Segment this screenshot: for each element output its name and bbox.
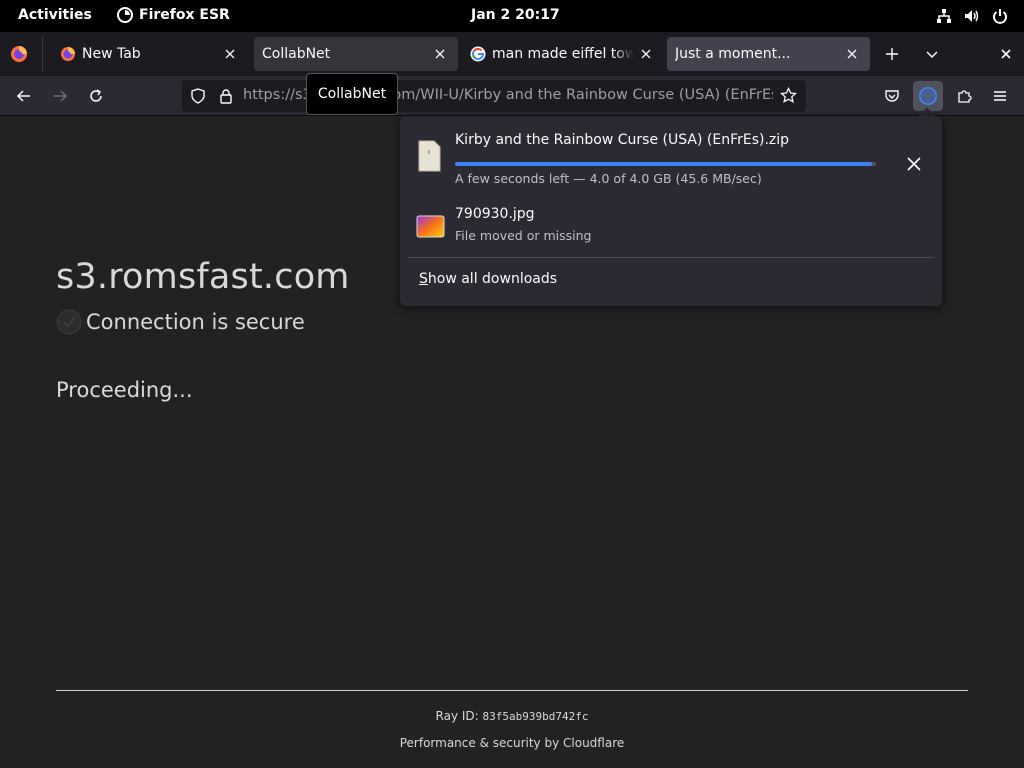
- puzzle-icon: [958, 90, 972, 103]
- download-progress-bar: [455, 162, 876, 166]
- tab-label: CollabNet: [262, 46, 331, 62]
- download-status: File moved or missing: [455, 228, 592, 243]
- firefox-view-icon[interactable]: [10, 45, 28, 67]
- app-menu-label: Firefox ESR: [139, 7, 230, 23]
- network-icon[interactable]: [936, 8, 952, 24]
- download-status: A few seconds left — 4.0 of 4.0 GB (45.6…: [455, 171, 762, 186]
- pocket-button[interactable]: [878, 82, 906, 110]
- forward-button[interactable]: [46, 82, 74, 110]
- tab-google-search[interactable]: man made eiffel tower: [460, 37, 664, 71]
- system-tray[interactable]: [936, 8, 1008, 24]
- tab-bar: New Tab CollabNet man made eiffel tower …: [0, 32, 1024, 76]
- back-arrow-icon: [16, 90, 30, 102]
- forward-arrow-icon: [54, 90, 68, 102]
- new-tab-button[interactable]: [880, 41, 904, 67]
- download-item[interactable]: 790930.jpg File moved or missing: [400, 198, 942, 262]
- close-icon[interactable]: [218, 42, 242, 66]
- zip-file-icon: [416, 140, 442, 172]
- download-filename: Kirby and the Rainbow Curse (USA) (EnFrE…: [455, 132, 790, 148]
- tab-just-a-moment[interactable]: Just a moment...: [667, 37, 870, 71]
- downloads-panel: Kirby and the Rainbow Curse (USA) (EnFrE…: [400, 116, 942, 306]
- close-icon: [907, 157, 921, 171]
- close-window-button[interactable]: [994, 41, 1018, 67]
- show-all-downloads-button[interactable]: Show all downloads: [419, 271, 557, 287]
- divider: [56, 690, 968, 691]
- gnome-top-bar: Activities Firefox ESR Jan 2 20:17: [0, 0, 1024, 32]
- ray-id-label: Ray ID:: [435, 709, 483, 723]
- tab-label: man made eiffel tower: [492, 46, 634, 62]
- download-progress-fill: [455, 162, 872, 166]
- tab-label: Just a moment...: [675, 46, 791, 62]
- download-filename: 790930.jpg: [455, 206, 535, 222]
- clock[interactable]: Jan 2 20:17: [471, 7, 560, 23]
- secure-row: Connection is secure: [56, 309, 305, 335]
- url-bar[interactable]: https://s3.romsfast.com/WII-U/Kirby and …: [182, 80, 806, 112]
- chevron-down-icon: [926, 51, 938, 59]
- ray-id-row: Ray ID: 83f5ab939bd742fc: [0, 709, 1024, 723]
- tab-label: New Tab: [82, 46, 141, 62]
- volume-icon[interactable]: [964, 8, 980, 24]
- proceeding-text: Proceeding...: [56, 378, 193, 402]
- access-key-letter: S: [419, 271, 428, 287]
- lock-icon[interactable]: [218, 88, 234, 108]
- close-icon[interactable]: [840, 42, 864, 66]
- pocket-icon: [885, 90, 899, 102]
- app-menu[interactable]: Firefox ESR: [117, 7, 230, 23]
- reload-icon: [90, 89, 102, 102]
- firefox-icon: [60, 46, 76, 62]
- tab-tooltip: CollabNet: [306, 73, 398, 115]
- tab-new-tab[interactable]: New Tab: [48, 37, 248, 71]
- secure-text: Connection is secure: [86, 310, 305, 334]
- firefox-esr-icon: [117, 7, 133, 23]
- performance-row: Performance & security by Cloudflare: [0, 736, 1024, 750]
- image-file-icon: [416, 214, 446, 244]
- bookmark-star-icon[interactable]: [779, 86, 798, 108]
- hamburger-icon: [994, 91, 1006, 101]
- download-progress-icon: [919, 87, 937, 105]
- list-all-tabs-button[interactable]: [920, 41, 944, 67]
- performance-label: Performance & security by: [399, 736, 564, 750]
- ray-id-value: 83f5ab939bd742fc: [482, 710, 589, 723]
- cancel-download-button[interactable]: [900, 150, 928, 178]
- tab-collabnet[interactable]: CollabNet: [254, 37, 458, 71]
- download-item[interactable]: Kirby and the Rainbow Curse (USA) (EnFrE…: [400, 124, 942, 188]
- site-title: s3.romsfast.com: [56, 257, 350, 297]
- activities-button[interactable]: Activities: [18, 7, 92, 23]
- downloads-button[interactable]: [913, 81, 943, 111]
- shield-icon[interactable]: [190, 88, 206, 108]
- google-icon: [470, 46, 486, 62]
- divider: [408, 257, 934, 258]
- plus-icon: [886, 48, 898, 60]
- check-circle-icon: [56, 309, 82, 335]
- close-icon: [1001, 49, 1011, 59]
- app-menu-button[interactable]: [986, 82, 1014, 110]
- extensions-button[interactable]: [950, 82, 978, 110]
- reload-button[interactable]: [82, 82, 110, 110]
- show-all-downloads-label: how all downloads: [427, 271, 558, 287]
- power-icon[interactable]: [992, 8, 1008, 24]
- back-button[interactable]: [10, 82, 38, 110]
- cloudflare-link[interactable]: Cloudflare: [563, 736, 624, 750]
- close-icon[interactable]: [634, 42, 658, 66]
- close-icon[interactable]: [428, 42, 452, 66]
- nav-toolbar: https://s3.romsfast.com/WII-U/Kirby and …: [0, 76, 1024, 116]
